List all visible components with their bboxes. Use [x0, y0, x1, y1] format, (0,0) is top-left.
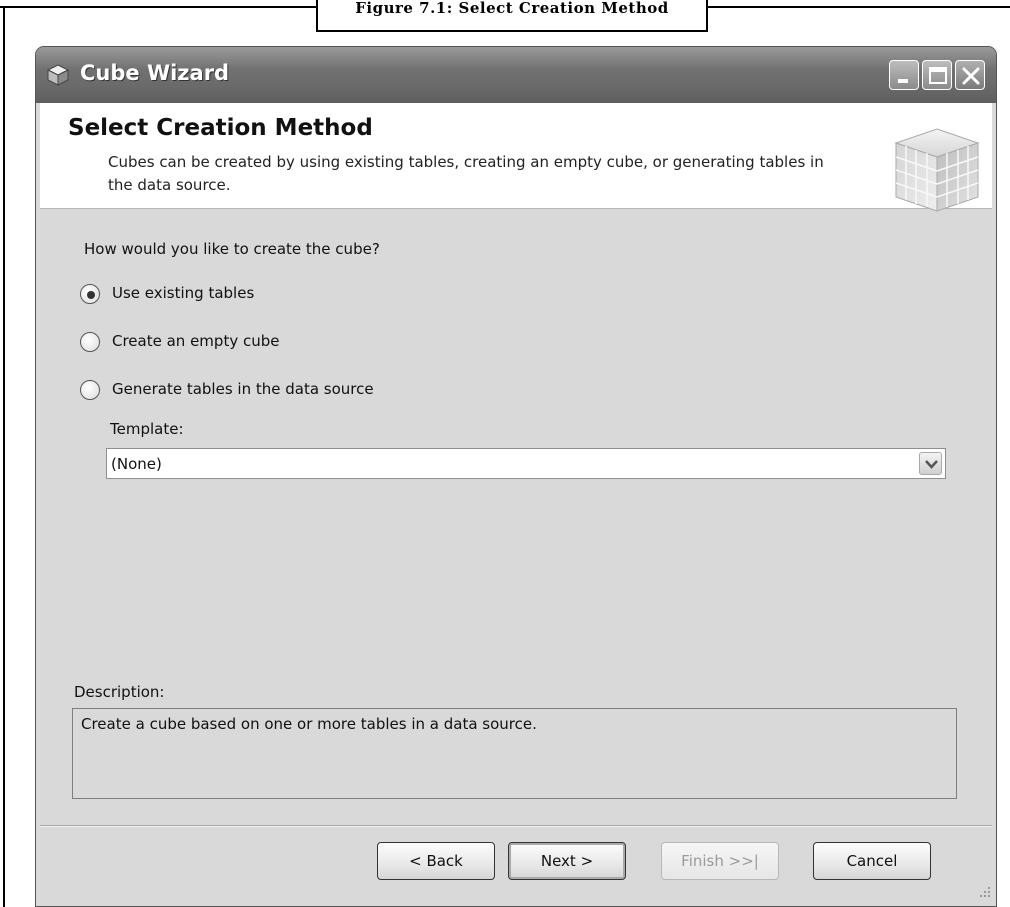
- cancel-button[interactable]: Cancel: [813, 842, 931, 880]
- close-icon: [962, 67, 980, 85]
- radio-dot: [87, 291, 95, 299]
- option-label[interactable]: Generate tables in the data source: [112, 380, 374, 398]
- back-button[interactable]: < Back: [377, 842, 495, 880]
- figure-frame-top-right: [706, 6, 1010, 8]
- wizard-header: Select Creation Method Cubes can be crea…: [40, 103, 992, 212]
- minimize-icon: [898, 79, 908, 83]
- dropdown-button[interactable]: [919, 452, 942, 475]
- window-title: Cube Wizard: [80, 61, 230, 85]
- next-button[interactable]: Next >: [508, 842, 626, 880]
- chevron-down-icon: [925, 460, 938, 469]
- radio-button-selected[interactable]: [80, 284, 100, 304]
- template-select[interactable]: (None): [106, 448, 946, 479]
- template-select-value: (None): [111, 455, 162, 473]
- footer-separator: [40, 825, 992, 827]
- cube-icon: [46, 64, 70, 86]
- option-label[interactable]: Use existing tables: [112, 284, 254, 302]
- resize-grip-icon[interactable]: [976, 883, 992, 899]
- radio-button[interactable]: [80, 332, 100, 352]
- description-text: Create a cube based on one or more table…: [81, 715, 537, 733]
- template-label: Template:: [110, 420, 184, 438]
- minimize-button[interactable]: [889, 60, 919, 90]
- cube-graphic-icon: [894, 128, 980, 212]
- figure-frame-top-left: [0, 6, 317, 8]
- finish-button: Finish >>|: [661, 842, 779, 880]
- figure-frame-left: [3, 6, 5, 907]
- option-label[interactable]: Create an empty cube: [112, 332, 279, 350]
- description-label: Description:: [74, 683, 165, 701]
- page-description: Cubes can be created by using existing t…: [108, 153, 824, 194]
- title-bar[interactable]: Cube Wizard: [36, 47, 996, 103]
- maximize-icon: [929, 67, 947, 84]
- maximize-button[interactable]: [922, 60, 952, 90]
- creation-question: How would you like to create the cube?: [84, 240, 380, 258]
- close-button[interactable]: [955, 60, 985, 90]
- page-title: Select Creation Method: [68, 115, 373, 141]
- cube-wizard-window: Cube Wizard Select Creation Method Cubes…: [35, 46, 997, 907]
- radio-button[interactable]: [80, 380, 100, 400]
- description-box: Create a cube based on one or more table…: [72, 708, 957, 799]
- figure-caption: Figure 7.1: Select Creation Method: [316, 0, 708, 32]
